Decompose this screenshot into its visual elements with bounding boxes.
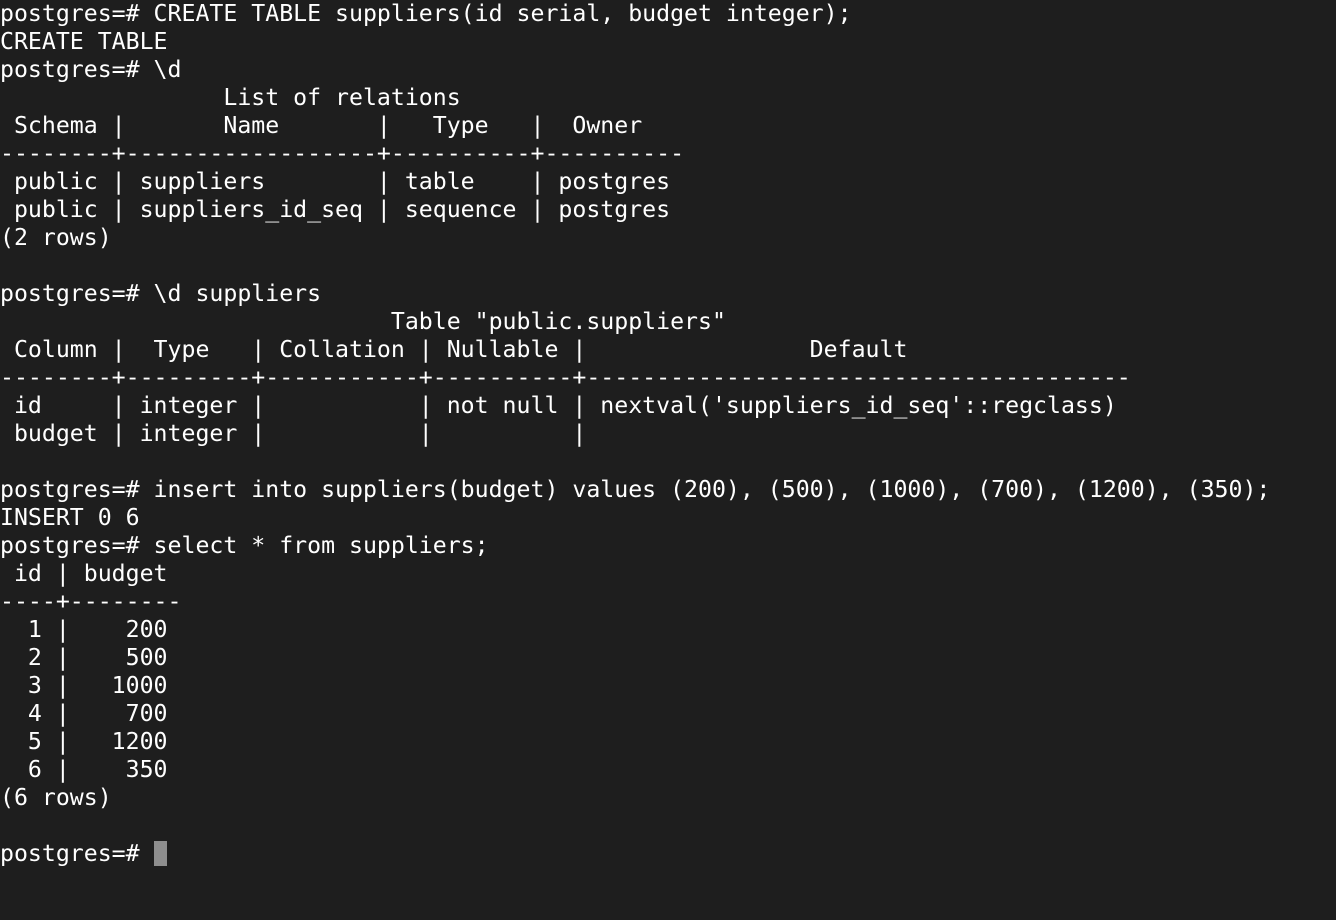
output-line: Schema | Name | Type | Owner: [0, 112, 643, 139]
output-line: postgres=# insert into suppliers(budget)…: [0, 476, 1271, 503]
output-line: INSERT 0 6: [0, 504, 140, 531]
output-line: Table "public.suppliers": [0, 308, 726, 335]
output-line: 4 | 700: [0, 700, 168, 727]
output-line: id | budget: [0, 560, 168, 587]
output-line: (6 rows): [0, 784, 112, 811]
output-line: postgres=# CREATE TABLE suppliers(id ser…: [0, 0, 852, 27]
output-line: ----+--------: [0, 588, 182, 615]
output-line: Column | Type | Collation | Nullable | D…: [0, 336, 908, 363]
output-line: budget | integer | | |: [0, 420, 587, 447]
output-line: List of relations: [0, 84, 461, 111]
output-line: 5 | 1200: [0, 728, 168, 755]
output-line: --------+------------------+----------+-…: [0, 140, 685, 167]
output-line: CREATE TABLE: [0, 28, 168, 55]
text-cursor: [153, 841, 167, 866]
prompt-line[interactable]: postgres=#: [0, 840, 1336, 868]
output-line: 1 | 200: [0, 616, 168, 643]
output-line: postgres=# \d: [0, 56, 182, 83]
output-line: 3 | 1000: [0, 672, 168, 699]
terminal-window[interactable]: postgres=# CREATE TABLE suppliers(id ser…: [0, 0, 1336, 920]
output-line: --------+---------+-----------+---------…: [0, 364, 1131, 391]
output-line: (2 rows): [0, 224, 112, 251]
output-line: postgres=# \d suppliers: [0, 280, 322, 307]
output-line: id | integer | | not null | nextval('sup…: [0, 392, 1117, 419]
prompt: postgres=#: [0, 840, 154, 867]
output-line: public | suppliers | table | postgres: [0, 168, 671, 195]
output-line: public | suppliers_id_seq | sequence | p…: [0, 196, 671, 223]
output-line: 2 | 500: [0, 644, 168, 671]
output-line: 6 | 350: [0, 756, 168, 783]
output-line: postgres=# select * from suppliers;: [0, 532, 489, 559]
